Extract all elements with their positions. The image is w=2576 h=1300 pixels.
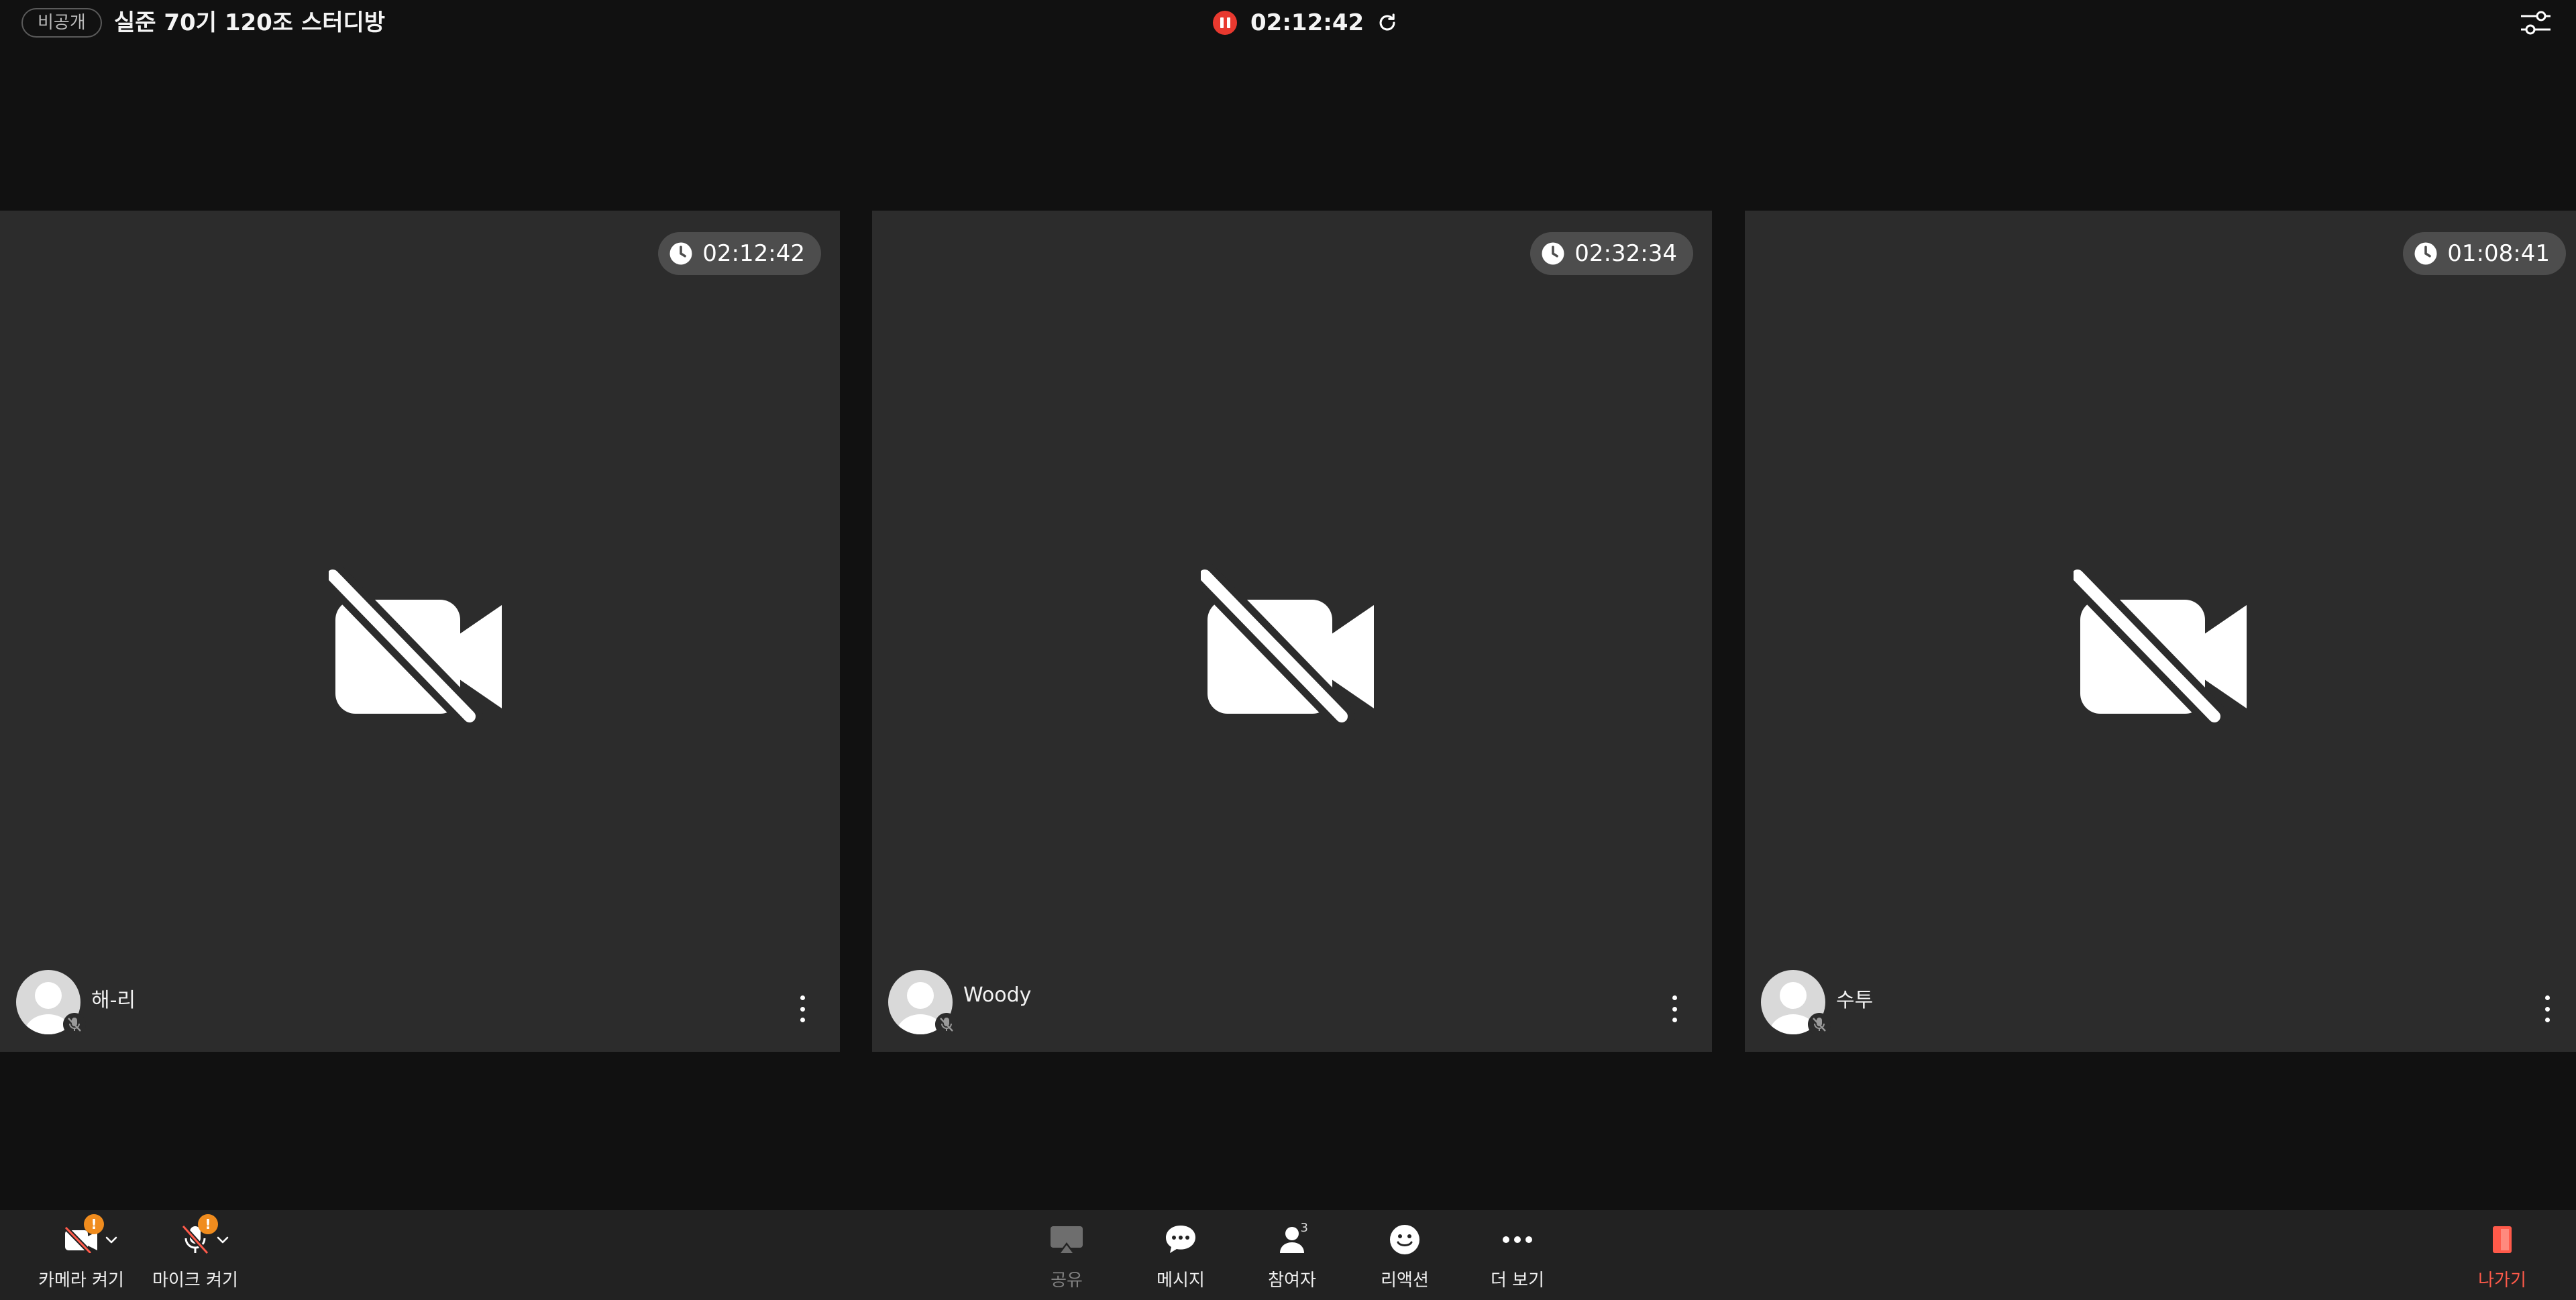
study-timer: 02:12:42 [658, 232, 821, 275]
exit-button[interactable]: 나가기 [2469, 1210, 2536, 1300]
more-vertical-icon[interactable] [2539, 995, 2555, 1022]
more-icon-wrap [1497, 1221, 1538, 1258]
tile-footer: 해-리 [16, 970, 824, 1036]
mic-off-icon [935, 1013, 958, 1036]
share-label: 공유 [1051, 1270, 1083, 1291]
more-horizontal-icon [1503, 1236, 1532, 1243]
screen-share-icon [1051, 1226, 1083, 1253]
camera-off-icon [2074, 562, 2247, 723]
mic-toggle-icon-wrap: ! [175, 1214, 218, 1258]
sliders-icon[interactable] [2520, 9, 2552, 36]
participant-name: 해-리 [91, 989, 136, 1012]
chevron-down-icon[interactable] [102, 1230, 121, 1249]
timer-text: 02:32:34 [1574, 240, 1677, 267]
mic-off-icon [1808, 1013, 1831, 1036]
tile-footer: 수투 [1761, 970, 2569, 1036]
exit-label: 나가기 [2478, 1270, 2526, 1291]
clock-icon [1542, 242, 1564, 265]
exit-icon-wrap [2482, 1221, 2522, 1258]
participant-tile[interactable]: 01:08:41 수투 [1745, 211, 2576, 1052]
message-icon-wrap [1161, 1221, 1201, 1258]
bottom-toolbar: ! 카메라 켜기 ! 마이크 켜기 공유 메시지 3 참여자 리액션 더 보기 … [0, 1210, 2576, 1300]
more-button[interactable]: 더 보기 [1484, 1210, 1551, 1300]
camera-label: 카메라 켜기 [38, 1270, 124, 1291]
study-timer: 02:32:34 [1530, 232, 1693, 275]
chevron-down-icon[interactable] [213, 1230, 232, 1249]
mic-off-icon [63, 1013, 86, 1036]
participants-button[interactable]: 3 참여자 [1258, 1210, 1326, 1300]
participant-tile[interactable]: 02:12:42 해-리 [0, 211, 840, 1052]
more-label: 더 보기 [1490, 1270, 1545, 1291]
tile-footer: Woody [888, 970, 1696, 1036]
recording-time: 02:12:42 [1250, 9, 1364, 36]
study-timer: 01:08:41 [2403, 232, 2566, 275]
reaction-label: 리액션 [1381, 1270, 1429, 1291]
reaction-button[interactable]: 리액션 [1371, 1210, 1438, 1300]
refresh-icon[interactable] [1376, 11, 1399, 34]
clock-icon [669, 242, 692, 265]
clock-icon [2414, 242, 2437, 265]
camera-toggle-button[interactable]: ! 카메라 켜기 [38, 1210, 125, 1300]
message-label: 메시지 [1157, 1270, 1205, 1291]
pause-recording-button[interactable] [1213, 11, 1237, 35]
participant-name: Woody [963, 983, 1032, 1007]
exit-door-icon [2493, 1226, 2512, 1253]
mic-label: 마이크 켜기 [152, 1270, 238, 1291]
participants-count: 3 [1300, 1221, 1308, 1235]
camera-off-icon [329, 562, 502, 723]
participant-tile[interactable]: 02:32:34 Woody [872, 211, 1712, 1052]
room-title: 실준 70기 120조 스터디방 [114, 9, 386, 36]
camera-off-icon [1201, 562, 1374, 723]
smiley-icon [1390, 1225, 1419, 1254]
chat-bubble-icon [1166, 1226, 1195, 1253]
warning-badge: ! [84, 1214, 104, 1234]
participants-icon-wrap: 3 [1272, 1221, 1312, 1258]
reaction-icon-wrap [1385, 1221, 1425, 1258]
participant-name: 수투 [1836, 989, 1874, 1012]
timer-text: 02:12:42 [702, 240, 805, 267]
top-bar: 비공개 실준 70기 120조 스터디방 02:12:42 [0, 0, 2576, 47]
more-vertical-icon[interactable] [794, 995, 810, 1022]
privacy-badge: 비공개 [21, 8, 102, 38]
recording-status: 02:12:42 [1213, 7, 1399, 39]
timer-text: 01:08:41 [2447, 240, 2550, 267]
participants-label: 참여자 [1268, 1270, 1316, 1291]
message-button[interactable]: 메시지 [1147, 1210, 1214, 1300]
camera-toggle-icon-wrap: ! [61, 1214, 104, 1258]
more-vertical-icon[interactable] [1666, 995, 1682, 1022]
share-button[interactable]: 공유 [1033, 1210, 1100, 1300]
mic-toggle-button[interactable]: ! 마이크 켜기 [152, 1210, 239, 1300]
share-icon-wrap [1046, 1221, 1087, 1258]
